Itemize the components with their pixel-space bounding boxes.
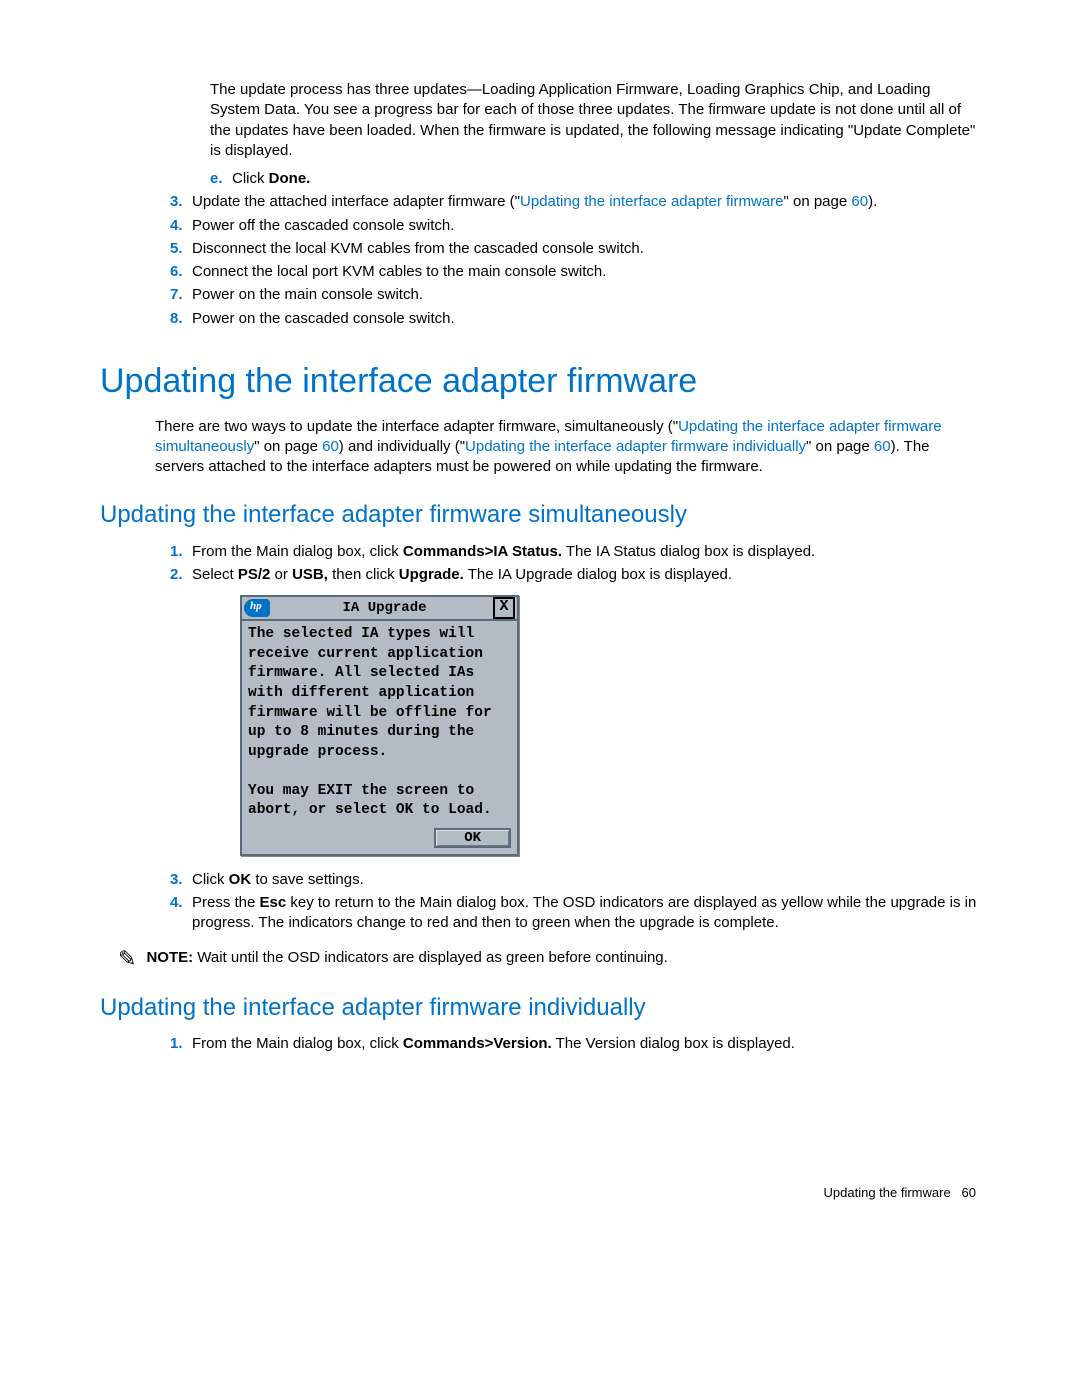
substep-e-prefix: Click — [232, 170, 269, 187]
link-page-60b[interactable]: 60 — [874, 438, 891, 455]
step-4: 4.Power off the cascaded console switch. — [170, 216, 980, 236]
close-icon[interactable]: X — [493, 597, 515, 619]
ind-step-1: 1. From the Main dialog box, click Comma… — [170, 1034, 980, 1054]
step-6: 6.Connect the local port KVM cables to t… — [170, 262, 980, 282]
dialog-body-text: The selected IA types will receive curre… — [242, 621, 517, 823]
step-7: 7.Power on the main console switch. — [170, 285, 980, 305]
sim-step-2: 2. Select PS/2 or USB, then click Upgrad… — [170, 565, 980, 585]
step-3-link[interactable]: Updating the interface adapter firmware — [520, 193, 783, 210]
link-page-60a[interactable]: 60 — [322, 438, 339, 455]
sim-step-4: 4. Press the Esc key to return to the Ma… — [170, 893, 980, 934]
step-3-page-link[interactable]: 60 — [851, 193, 868, 210]
step-3: 3. Update the attached interface adapter… — [170, 192, 980, 212]
page-footer: Updating the firmware 60 — [100, 1184, 980, 1202]
step-8: 8.Power on the cascaded console switch. — [170, 309, 980, 329]
footer-page: 60 — [962, 1185, 976, 1200]
sim-step-3: 3. Click OK to save settings. — [170, 870, 980, 890]
step-5: 5.Disconnect the local KVM cables from t… — [170, 239, 980, 259]
intro-paragraph: The update process has three updates—Loa… — [210, 80, 980, 161]
h2-simultaneously: Updating the interface adapter firmware … — [100, 499, 980, 531]
substep-e-letter: e. — [210, 169, 232, 189]
step-3-end: ). — [868, 193, 877, 210]
ok-button[interactable]: OK — [434, 828, 511, 848]
ia-upgrade-dialog: IA Upgrade X The selected IA types will … — [240, 595, 519, 856]
substep-e: e. Click Done. — [210, 169, 980, 189]
step-3-number: 3. — [170, 192, 192, 212]
note-icon: ✎ — [118, 948, 136, 970]
hp-logo-icon — [244, 599, 270, 617]
substep-e-bold: Done. — [269, 170, 311, 187]
note-text: Wait until the OSD indicators are displa… — [193, 949, 668, 966]
note-block: ✎ NOTE: Wait until the OSD indicators ar… — [118, 948, 980, 970]
link-individually[interactable]: Updating the interface adapter firmware … — [465, 438, 806, 455]
h2-individually: Updating the interface adapter firmware … — [100, 992, 980, 1024]
sim-step-1: 1. From the Main dialog box, click Comma… — [170, 542, 980, 562]
h1-paragraph: There are two ways to update the interfa… — [155, 417, 980, 478]
dialog-title: IA Upgrade — [276, 599, 493, 618]
step-3-post: " on page — [784, 193, 852, 210]
note-label: NOTE: — [146, 949, 193, 966]
h1-updating-interface-adapter-firmware: Updating the interface adapter firmware — [100, 359, 980, 405]
step-3-pre: Update the attached interface adapter fi… — [192, 193, 520, 210]
footer-text: Updating the firmware — [824, 1185, 951, 1200]
